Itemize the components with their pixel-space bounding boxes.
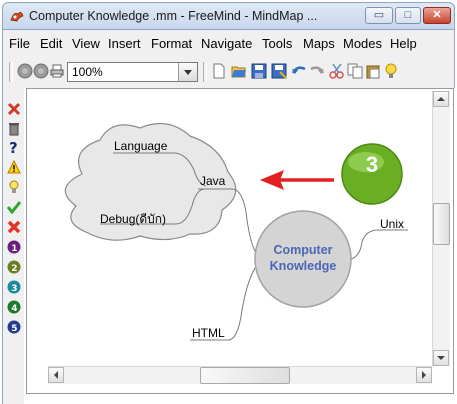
node-unix[interactable]: Unix [380,217,404,231]
scroll-down-button[interactable] [433,350,449,366]
root-node[interactable]: Computer Knowledge [258,242,348,274]
node-html[interactable]: HTML [192,326,225,340]
chevron-down-icon [437,356,445,360]
callout-number: 3 [365,152,379,177]
node-debug[interactable]: Debug(ดีบัก) [100,210,166,229]
vertical-scrollbar[interactable] [432,91,450,366]
horizontal-scroll-thumb[interactable] [200,367,290,384]
edge-unix [347,229,408,261]
chevron-right-icon [422,371,426,379]
chevron-left-icon [54,371,58,379]
freemind-window: Computer Knowledge .mm - FreeMind - Mind… [0,0,457,404]
horizontal-scrollbar[interactable] [48,366,432,384]
scroll-left-button[interactable] [48,367,64,383]
node-language[interactable]: Language [114,139,167,153]
root-node-line1: Computer [273,243,333,257]
vertical-scroll-thumb[interactable] [433,203,450,245]
mindmap-drawing [64,122,408,341]
scroll-right-button[interactable] [416,367,432,383]
chevron-up-icon [437,97,445,101]
root-node-line2: Knowledge [269,259,337,273]
node-java[interactable]: Java [200,174,225,188]
scroll-up-button[interactable] [433,91,449,107]
